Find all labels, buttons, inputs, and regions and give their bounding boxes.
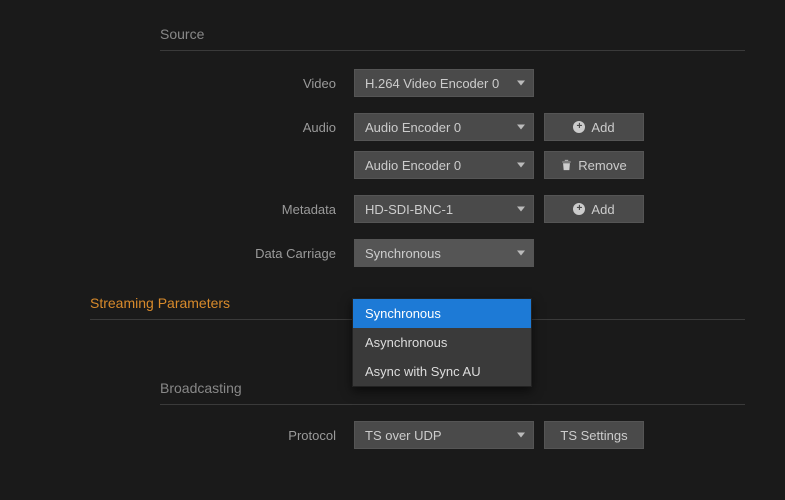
label-video: Video — [20, 76, 354, 91]
remove-audio-label: Remove — [578, 158, 626, 173]
dropdown-option-async-sync-au[interactable]: Async with Sync AU — [353, 357, 531, 386]
data-carriage-select[interactable]: Synchronous — [354, 239, 534, 267]
dropdown-option-asynchronous[interactable]: Asynchronous — [353, 328, 531, 357]
data-carriage-dropdown: Synchronous Asynchronous Async with Sync… — [352, 298, 532, 387]
data-carriage-select-value: Synchronous — [365, 246, 441, 261]
row-audio-2: Audio Encoder 0 Remove — [20, 151, 765, 179]
ts-settings-label: TS Settings — [560, 428, 627, 443]
add-metadata-label: Add — [591, 202, 614, 217]
remove-audio-button[interactable]: Remove — [544, 151, 644, 179]
chevron-down-icon — [517, 163, 525, 168]
ts-settings-button[interactable]: TS Settings — [544, 421, 644, 449]
dropdown-option-synchronous[interactable]: Synchronous — [353, 299, 531, 328]
protocol-select[interactable]: TS over UDP — [354, 421, 534, 449]
label-audio: Audio — [20, 120, 354, 135]
chevron-down-icon — [517, 125, 525, 130]
row-video: Video H.264 Video Encoder 0 — [20, 69, 765, 97]
label-data-carriage: Data Carriage — [20, 246, 354, 261]
audio-select-2[interactable]: Audio Encoder 0 — [354, 151, 534, 179]
row-metadata: Metadata HD-SDI-BNC-1 + Add — [20, 195, 765, 223]
row-protocol: Protocol TS over UDP TS Settings — [20, 421, 765, 449]
plus-icon: + — [573, 121, 585, 133]
add-audio-button[interactable]: + Add — [544, 113, 644, 141]
section-source-header: Source — [160, 20, 745, 51]
add-audio-label: Add — [591, 120, 614, 135]
chevron-down-icon — [517, 251, 525, 256]
plus-icon: + — [573, 203, 585, 215]
audio-select-2-value: Audio Encoder 0 — [365, 158, 461, 173]
protocol-select-value: TS over UDP — [365, 428, 442, 443]
metadata-select-value: HD-SDI-BNC-1 — [365, 202, 453, 217]
audio-select-1[interactable]: Audio Encoder 0 — [354, 113, 534, 141]
video-select-value: H.264 Video Encoder 0 — [365, 76, 499, 91]
audio-select-1-value: Audio Encoder 0 — [365, 120, 461, 135]
settings-panel: Source Video H.264 Video Encoder 0 Audio… — [0, 0, 785, 479]
trash-icon — [561, 159, 572, 171]
label-protocol: Protocol — [20, 428, 354, 443]
add-metadata-button[interactable]: + Add — [544, 195, 644, 223]
metadata-select[interactable]: HD-SDI-BNC-1 — [354, 195, 534, 223]
chevron-down-icon — [517, 433, 525, 438]
chevron-down-icon — [517, 81, 525, 86]
row-audio-1: Audio Audio Encoder 0 + Add — [20, 113, 765, 141]
chevron-down-icon — [517, 207, 525, 212]
label-metadata: Metadata — [20, 202, 354, 217]
row-data-carriage: Data Carriage Synchronous — [20, 239, 765, 267]
video-select[interactable]: H.264 Video Encoder 0 — [354, 69, 534, 97]
